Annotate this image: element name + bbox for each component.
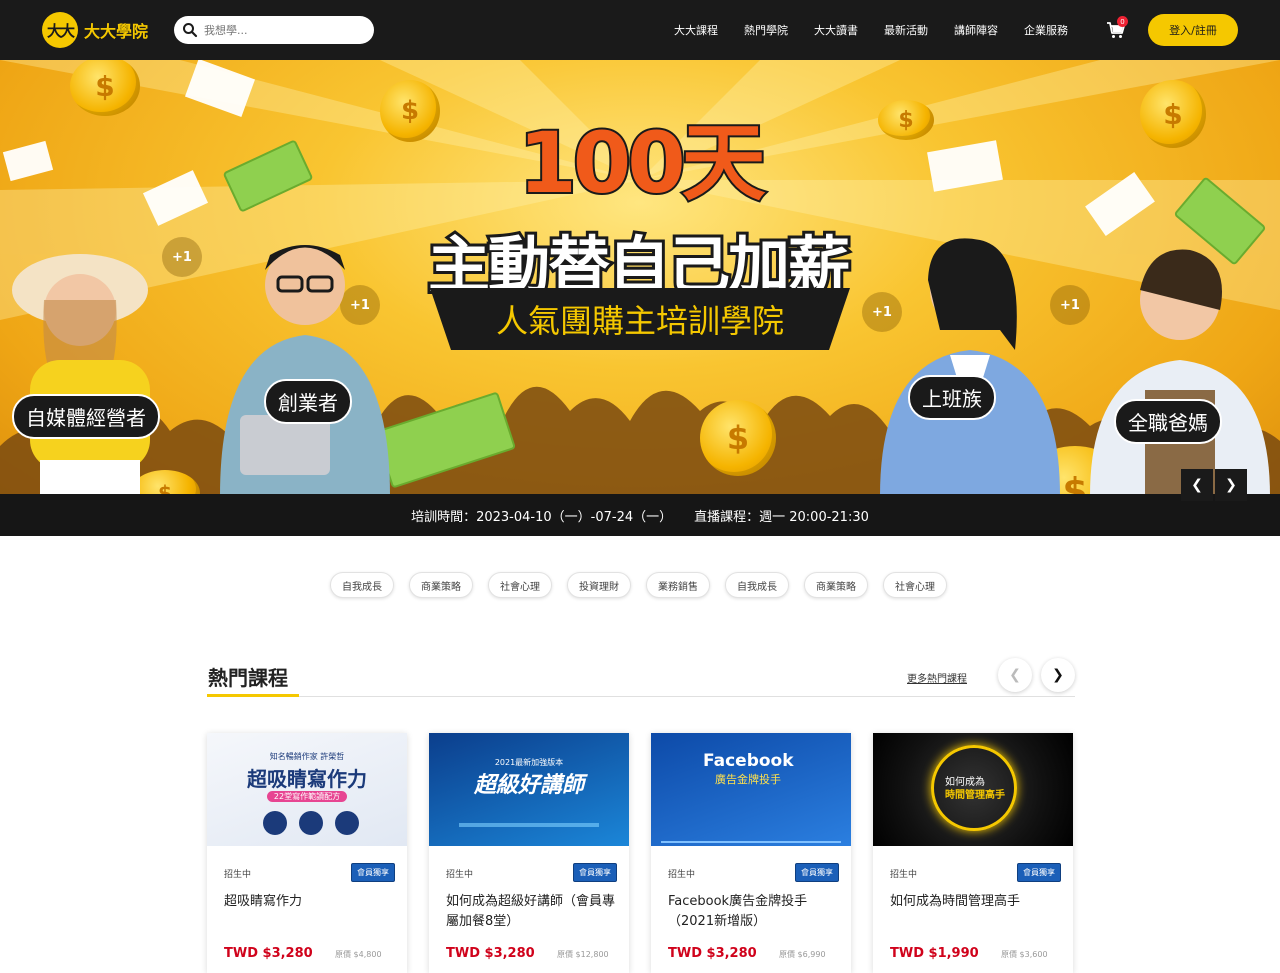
login-register-button[interactable]: 登入/註冊 (1148, 14, 1238, 46)
enrollment-status: 招生中 (446, 870, 474, 880)
chevron-right-icon: ❯ (1052, 667, 1064, 683)
hero-banner[interactable]: $ $ $ $ $ $ $ +1 +1 +1 +1 自媒體經營者 創業者 上班族 (0, 60, 1280, 536)
course-original-price: 原價 $12,800 (557, 950, 609, 959)
enrollment-status: 招生中 (224, 870, 252, 880)
nav-link-enterprise[interactable]: 企業服務 (1024, 22, 1068, 38)
nav-link-reading[interactable]: 大大讀書 (814, 22, 858, 38)
nav-link-events[interactable]: 最新活動 (884, 22, 928, 38)
course-thumbnail: 2021最新加強版本 超級好講師 (429, 733, 629, 846)
member-exclusive-badge: 會員獨享 (1017, 863, 1061, 882)
course-price: TWD $3,280 (224, 946, 313, 961)
chevron-right-icon[interactable]: ❯ (1215, 469, 1247, 501)
thumb-light-strip (459, 823, 599, 827)
category-chip[interactable]: 業務銷售 (646, 572, 710, 598)
main-nav: 大大課程 熱門學院 大大讀書 最新活動 講師陣容 企業服務 (674, 0, 1094, 60)
live-time-text: 直播課程：週一 20:00-21:30 (694, 509, 869, 525)
course-original-price: 原價 $4,800 (335, 950, 382, 959)
course-title[interactable]: Facebook廣告金牌投手（2021新增版） (668, 892, 838, 932)
thumb-title: 超吸睛寫作力 (247, 767, 367, 791)
persona-label-entrepreneur: 創業者 (264, 379, 352, 424)
person-woman-hat (12, 254, 150, 496)
search-input[interactable] (204, 23, 364, 37)
thumb-subtitle: 22堂寫作範讀配方 (267, 791, 347, 802)
thumb-chart (661, 805, 841, 843)
category-chip[interactable]: 商業策略 (804, 572, 868, 598)
thumb-title: 時間管理高手 (945, 790, 1005, 801)
persona-label-office-worker: 上班族 (908, 375, 996, 420)
nav-link-academies[interactable]: 熱門學院 (744, 22, 788, 38)
top-navbar: 大大 大大學院 大大課程 熱門學院 大大讀書 最新活動 講師陣容 企業服務 0 … (0, 0, 1280, 60)
more-courses-link[interactable]: 更多熱門課程 (907, 670, 967, 685)
hero-carousel-controls: ❮ ❯ (1181, 469, 1247, 501)
feature-icon (299, 811, 323, 835)
thumb-caption: 知名暢銷作家 許榮哲 (269, 752, 345, 761)
chevron-left-icon: ❮ (1009, 667, 1021, 683)
chevron-left-icon[interactable]: ❮ (1181, 469, 1213, 501)
section-divider (207, 696, 1075, 697)
thumb-subtitle: 廣告金牌投手 (715, 773, 781, 786)
category-chip[interactable]: 社會心理 (883, 572, 947, 598)
enrollment-status: 招生中 (668, 870, 696, 880)
category-chip[interactable]: 社會心理 (488, 572, 552, 598)
category-chips: 自我成長 商業策略 社會心理 投資理財 業務銷售 自我成長 商業策略 社會心理 (330, 572, 947, 598)
section-title: 熱門課程 (208, 666, 288, 690)
course-title[interactable]: 如何成為時間管理高手 (890, 892, 1060, 912)
hero-tagline: 人氣團購主培訓學院 (495, 302, 784, 340)
section-title-underline (207, 694, 299, 697)
thumb-title: Facebook (703, 751, 794, 771)
category-chip[interactable]: 自我成長 (330, 572, 394, 598)
course-thumbnail: Facebook 廣告金牌投手 (651, 733, 851, 846)
course-original-price: 原價 $3,600 (1001, 950, 1048, 959)
course-title[interactable]: 超吸睛寫作力 (224, 892, 394, 912)
person-woman-apron (1090, 249, 1270, 496)
feature-icon (335, 811, 359, 835)
persona-label-parent: 全職爸媽 (1114, 399, 1222, 444)
course-thumbnail: 如何成為 時間管理高手 (873, 733, 1073, 846)
course-card[interactable]: 2021最新加強版本 超級好講師 招生中 會員獨享 如何成為超級好講師（會員專屬… (429, 733, 629, 973)
search-icon (183, 23, 198, 38)
nav-link-courses[interactable]: 大大課程 (674, 22, 718, 38)
coin-icon: $ (878, 100, 934, 140)
hero-headline: 100天 (516, 112, 767, 214)
section-prev-button[interactable]: ❮ (998, 658, 1032, 692)
coin-icon: $ (1140, 80, 1206, 148)
search-box[interactable] (174, 16, 374, 44)
thumb-icons (263, 811, 359, 835)
course-price: TWD $1,990 (890, 946, 979, 961)
category-chip[interactable]: 投資理財 (567, 572, 631, 598)
course-card[interactable]: 知名暢銷作家 許榮哲 超吸睛寫作力 22堂寫作範讀配方 招生中 會員獨享 超吸睛… (207, 733, 407, 973)
member-exclusive-badge: 會員獨享 (573, 863, 617, 882)
logo-text: 大大學院 (84, 22, 149, 41)
coin-icon: $ (700, 400, 776, 476)
site-logo[interactable]: 大大 大大學院 (42, 12, 148, 48)
member-exclusive-badge: 會員獨享 (795, 863, 839, 882)
course-price: TWD $3,280 (668, 946, 757, 961)
feature-icon (263, 811, 287, 835)
nav-link-instructors[interactable]: 講師陣容 (954, 22, 998, 38)
enrollment-status: 招生中 (890, 870, 918, 880)
category-chip[interactable]: 商業策略 (409, 572, 473, 598)
course-thumbnail: 知名暢銷作家 許榮哲 超吸睛寫作力 22堂寫作範讀配方 (207, 733, 407, 846)
persona-label-self-media: 自媒體經營者 (12, 394, 160, 439)
course-price: TWD $3,280 (446, 946, 535, 961)
course-card-list: 知名暢銷作家 許榮哲 超吸睛寫作力 22堂寫作範讀配方 招生中 會員獨享 超吸睛… (207, 733, 1073, 973)
thumb-title: 超級好講師 (473, 773, 584, 798)
cart-count-badge: 0 (1117, 16, 1128, 27)
logo-mark-icon: 大大 (42, 12, 78, 48)
member-exclusive-badge: 會員獨享 (351, 863, 395, 882)
course-card[interactable]: Facebook 廣告金牌投手 招生中 會員獨享 Facebook廣告金牌投手（… (651, 733, 851, 973)
course-card[interactable]: 如何成為 時間管理高手 招生中 會員獨享 如何成為時間管理高手 TWD $1,9… (873, 733, 1073, 973)
course-original-price: 原價 $6,990 (779, 950, 826, 959)
section-next-button[interactable]: ❯ (1041, 658, 1075, 692)
coin-icon: $ (380, 80, 440, 142)
course-title[interactable]: 如何成為超級好講師（會員專屬加餐8堂） (446, 892, 616, 932)
training-time-text: 培訓時間：2023-04-10（一）-07-24（一） (411, 509, 673, 525)
hero-info-bar: 培訓時間：2023-04-10（一）-07-24（一） 直播課程：週一 20:0… (0, 494, 1280, 536)
category-chip[interactable]: 自我成長 (725, 572, 789, 598)
